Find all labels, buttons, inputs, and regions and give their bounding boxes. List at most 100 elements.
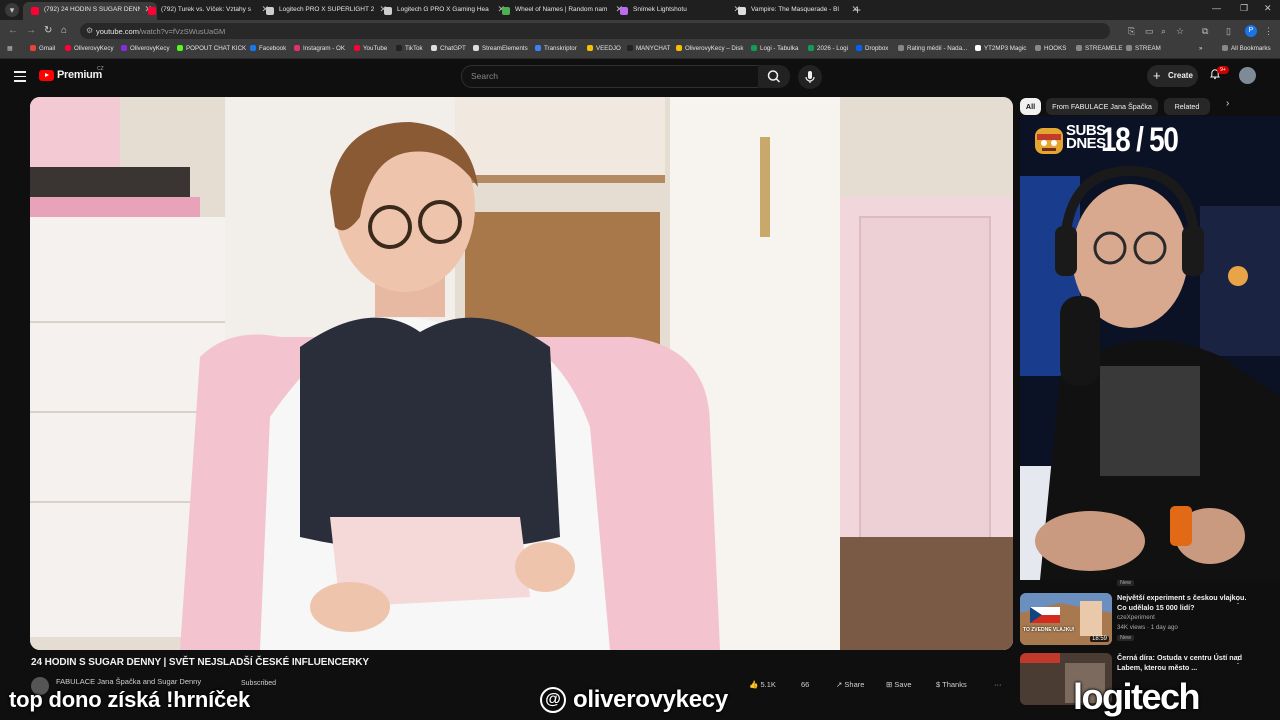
like-icon: 👍 [749, 680, 759, 689]
tab-search-icon[interactable]: ▾ [5, 3, 19, 17]
bookmark-item[interactable]: STREAMELE [1076, 45, 1122, 52]
browser-tab[interactable]: Logitech G PRO X Gaming Hea✕ [376, 2, 510, 20]
recommendation-menu-icon[interactable]: ⋮ [1233, 595, 1243, 606]
bookmark-item[interactable]: Logi - Tabulka [751, 45, 798, 52]
youtube-logo-icon[interactable] [39, 70, 54, 81]
bookmark-label: Instagram - OK [303, 45, 345, 52]
browser-nav-bar: ← → ↻ ⌂ ⚙ youtube.com/watch?v=fVzSWusUaG… [0, 20, 1280, 42]
translate-icon[interactable]: ⎘ [1128, 26, 1135, 37]
browser-tab[interactable]: Vampire: The Masquerade - Bl ✕ [730, 2, 864, 20]
voice-search-button[interactable] [798, 65, 822, 89]
bookmark-favicon-icon [751, 45, 757, 51]
chip-from-channel[interactable]: From FABULACE Jana Špačka [1046, 98, 1158, 115]
tab-title: Logitech G PRO X Gaming Hea [397, 6, 489, 13]
streamer-webcam [1020, 116, 1280, 580]
subscribed-button[interactable]: Subscribed [241, 680, 276, 687]
browser-tab[interactable]: Wheel of Names | Random nam✕ [494, 2, 628, 20]
video-player[interactable] [30, 97, 1013, 650]
chip-all[interactable]: All [1020, 98, 1041, 115]
bookmark-item[interactable]: MANYCHAT [627, 45, 670, 52]
recommendation-menu-icon[interactable]: ⋮ [1233, 655, 1243, 666]
minimize-icon[interactable]: — [1212, 3, 1221, 13]
bookmark-item[interactable]: Dropbox [856, 45, 888, 52]
user-avatar[interactable] [1239, 67, 1256, 84]
recommendation-title[interactable]: Černá díra: Ostuda v centru Ústí nad Lab… [1117, 653, 1247, 673]
all-bookmarks-folder[interactable]: All Bookmarks [1222, 45, 1271, 52]
search-button[interactable] [758, 65, 790, 88]
tab-favicon-icon [502, 7, 510, 15]
profile-avatar[interactable]: P [1245, 25, 1257, 37]
back-icon[interactable]: ← [8, 25, 18, 36]
bookmark-item[interactable]: VEEDJO [587, 45, 621, 52]
bookmark-label: 2026 - Logi [817, 45, 848, 52]
zoom-icon[interactable]: ⌕ [1161, 26, 1166, 37]
bookmark-item[interactable]: HOOKS [1035, 45, 1066, 52]
thanks-button[interactable]: $ Thanks [936, 680, 967, 689]
bookmark-favicon-icon [1126, 45, 1132, 51]
address-bar[interactable]: ⚙ youtube.com/watch?v=fVzSWusUaGM [80, 23, 1110, 39]
browser-tab[interactable]: (792) 24 HODIN S SUGAR DENNY✕ [23, 2, 157, 20]
save-icon: ⊞ [886, 680, 893, 689]
cast-icon[interactable]: ▭ [1145, 26, 1154, 37]
forward-icon[interactable]: → [26, 25, 36, 36]
bookmark-item[interactable]: Gmail [30, 45, 55, 52]
restore-icon[interactable]: ❐ [1240, 3, 1248, 14]
reload-icon[interactable]: ↻ [44, 25, 52, 36]
browser-menu-icon[interactable]: ⋮ [1264, 26, 1273, 37]
bookmark-item[interactable]: YT2MP3 Magic [975, 45, 1026, 52]
bookmark-star-icon[interactable]: ☆ [1176, 26, 1184, 37]
bookmarks-overflow-icon[interactable]: » [1199, 45, 1202, 52]
recommendation-channel[interactable]: czeXperiment [1117, 614, 1155, 621]
more-actions-button[interactable]: ··· [994, 680, 1002, 689]
bookmark-item[interactable]: STREAM [1126, 45, 1161, 52]
close-window-icon[interactable]: ✕ [1264, 3, 1272, 14]
save-button[interactable]: ⊞ Save [886, 680, 912, 689]
share-button[interactable]: ↗ Share [836, 680, 864, 689]
side-panel-icon[interactable]: ▯ [1226, 26, 1231, 37]
bookmark-item[interactable]: Instagram - OK [294, 45, 345, 52]
recommendation-thumbnail[interactable]: TO ZVEDNE VLAJKU! 18:59 [1020, 593, 1112, 645]
extensions-icon[interactable]: ⧉ [1202, 26, 1208, 37]
bookmark-item[interactable]: Transkriptor [535, 45, 577, 52]
webcam-frame [1020, 116, 1280, 580]
bookmark-label: Rating médií - Nada... [907, 45, 968, 52]
home-icon[interactable]: ⌂ [61, 25, 67, 36]
site-info-icon[interactable]: ⚙ [86, 26, 93, 35]
save-label: Save [894, 680, 912, 689]
apps-grid-icon[interactable]: ▦ [7, 45, 13, 52]
bookmark-item[interactable]: OliverovyKecy [65, 45, 114, 52]
recommendation-title[interactable]: Největší experiment s českou vlajkou. Co… [1117, 593, 1247, 613]
bookmark-favicon-icon [975, 45, 981, 51]
bookmark-label: Transkriptor [544, 45, 577, 52]
browser-tab-bar: ▾ (792) 24 HODIN S SUGAR DENNY✕(792) Tur… [0, 0, 1280, 20]
channel-name[interactable]: FABULACE Jana Špačka and Sugar Denny [56, 677, 201, 686]
bookmark-item[interactable]: OliverovyKecy – Disk [676, 45, 743, 52]
bookmark-item[interactable]: Rating médií - Nada... [898, 45, 967, 52]
bookmark-item[interactable]: YouTube [354, 45, 387, 52]
tab-title: Logitech PRO X SUPERLIGHT 2 [279, 6, 375, 13]
menu-icon[interactable] [14, 71, 26, 85]
bookmark-item[interactable]: Facebook [250, 45, 286, 52]
new-tab-button[interactable]: + [854, 3, 861, 17]
like-button[interactable]: 👍 5.1K [749, 680, 776, 689]
search-input[interactable]: Search [461, 65, 759, 88]
bookmark-label: YouTube [363, 45, 388, 52]
chips-next-icon[interactable]: › [1226, 98, 1229, 109]
browser-tab[interactable]: Logitech PRO X SUPERLIGHT 2✕ [258, 2, 392, 20]
bookmark-item[interactable]: StreamElements [473, 45, 528, 52]
bookmark-item[interactable]: OliverovyKecy [121, 45, 170, 52]
bookmark-item[interactable]: TikTok [396, 45, 423, 52]
bookmark-item[interactable]: POPOUT CHAT KICK [177, 45, 246, 52]
bookmark-item[interactable]: ChatGPT [431, 45, 466, 52]
chip-related[interactable]: Related [1164, 98, 1210, 115]
recommendation-item[interactable]: TO ZVEDNE VLAJKU! 18:59 Největší experim… [1020, 593, 1280, 653]
quilted-vest [300, 317, 560, 552]
youtube-logo-text[interactable]: Premium [57, 69, 102, 81]
bookmark-favicon-icon [473, 45, 479, 51]
dislike-count[interactable]: 66 [801, 680, 809, 689]
browser-tab[interactable]: Snímek Lightshotu✕ [612, 2, 746, 20]
bookmark-favicon-icon [627, 45, 633, 51]
create-button[interactable]: + Create [1147, 65, 1198, 87]
browser-tab[interactable]: (792) Turek vs. Víček: Vztahy s✕ [140, 2, 274, 20]
bookmark-item[interactable]: 2026 - Logi [808, 45, 848, 52]
